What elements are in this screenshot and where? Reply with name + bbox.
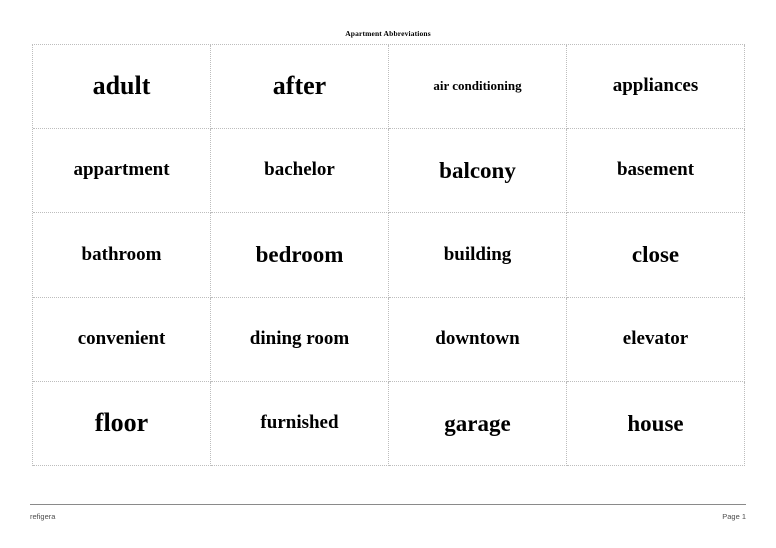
flashcard-word: downtown xyxy=(435,327,520,349)
flashcard-word: convenient xyxy=(77,327,166,349)
flashcard-cell: dining room xyxy=(211,297,389,382)
footer-divider xyxy=(30,504,746,505)
flashcard-cell: bedroom xyxy=(211,213,389,298)
flashcard-cell: adult xyxy=(33,45,211,130)
flashcard-cell: furnished xyxy=(211,381,389,466)
flashcard-cell: after xyxy=(211,45,389,130)
flashcard-word: elevator xyxy=(622,327,689,349)
flashcard-cell: convenient xyxy=(33,297,211,382)
flashcard-cell: elevator xyxy=(567,297,745,382)
flashcard-cell: appliances xyxy=(567,45,745,130)
flashcard-cell: basement xyxy=(567,129,745,214)
flashcard-word: bachelor xyxy=(264,159,335,181)
flashcard-cell: building xyxy=(389,213,567,298)
flashcard-word: bedroom xyxy=(255,242,344,268)
flashcard-cell: bachelor xyxy=(211,129,389,214)
flashcard-word: after xyxy=(272,71,327,101)
footer-source-label: refigera xyxy=(30,512,56,521)
flashcard-word: close xyxy=(631,242,680,268)
flashcard-word: adult xyxy=(92,71,151,101)
flashcard-word: garage xyxy=(444,410,511,436)
flashcard-word: dining room xyxy=(249,327,350,349)
flashcard-word: appartment xyxy=(73,159,170,181)
flashcard-word: furnished xyxy=(260,411,339,433)
flashcard-cell: garage xyxy=(389,381,567,466)
flashcard-cell: floor xyxy=(33,381,211,466)
flashcard-cell: balcony xyxy=(389,129,567,214)
flashcard-word: basement xyxy=(616,159,695,181)
flashcard-word: building xyxy=(443,243,512,265)
flashcard-cell: downtown xyxy=(389,297,567,382)
flashcard-word: house xyxy=(627,410,684,436)
flashcard-word: floor xyxy=(94,408,149,438)
flashcard-word: balcony xyxy=(439,158,516,184)
flashcard-word: air conditioning xyxy=(433,78,522,94)
flashcard-grid: adult after air conditioning appliances appa… xyxy=(32,44,745,466)
flashcard-cell: appartment xyxy=(33,129,211,214)
footer-page-number: Page 1 xyxy=(722,512,746,521)
flashcard-word: bathroom xyxy=(81,243,162,265)
flashcard-cell: house xyxy=(567,381,745,466)
flashcard-cell: close xyxy=(567,213,745,298)
page-title: Apartment Abbreviations xyxy=(345,29,431,38)
flashcard-cell: bathroom xyxy=(33,213,211,298)
worksheet-page: Apartment Abbreviations adult after air co… xyxy=(0,0,776,548)
flashcard-cell: air conditioning xyxy=(389,45,567,130)
flashcard-word: appliances xyxy=(612,75,699,97)
